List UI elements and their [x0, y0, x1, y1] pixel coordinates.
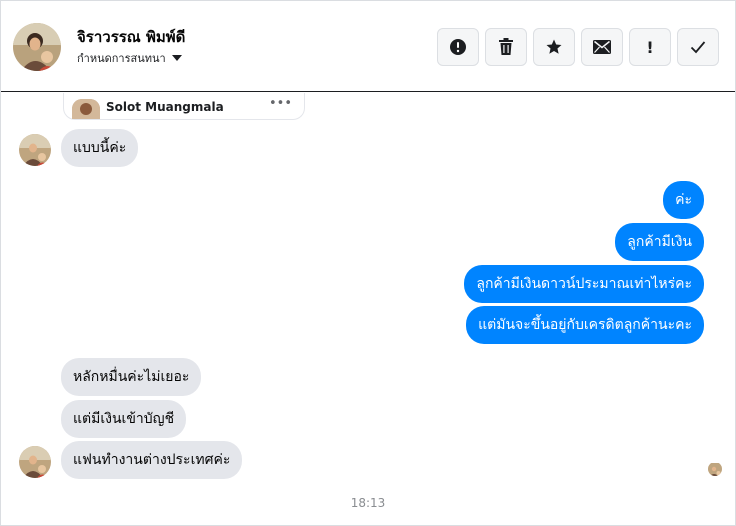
- outgoing-message[interactable]: ลูกค้ามีเงินดาวน์ประมาณเท่าไหร่คะ: [464, 265, 704, 303]
- delete-button[interactable]: [485, 28, 527, 66]
- conversation-settings-label: กำหนดการสนทนา: [77, 52, 166, 65]
- caret-down-icon: [171, 55, 182, 61]
- contact-avatar-small[interactable]: [19, 446, 51, 478]
- trash-icon: [498, 38, 514, 56]
- mark-unread-button[interactable]: [581, 28, 623, 66]
- done-button[interactable]: [677, 28, 719, 66]
- attachment-name: Solot Muangmala: [106, 100, 224, 114]
- conversation-window: จิราวรรณ พิมพ์ดี กำหนดการสนทนา ! Solot M…: [0, 0, 736, 526]
- spam-button[interactable]: !: [629, 28, 671, 66]
- contact-avatar-small[interactable]: [19, 134, 51, 166]
- envelope-icon: [593, 40, 611, 54]
- seen-indicator-avatar: [708, 462, 722, 476]
- message-timestamp: 18:13: [350, 496, 386, 510]
- conversation-header: จิราวรรณ พิมพ์ดี กำหนดการสนทนา !: [1, 1, 735, 92]
- action-toolbar: !: [437, 28, 719, 66]
- exclamation-icon: !: [646, 37, 654, 57]
- attachment-thumbnail: [72, 99, 100, 119]
- incoming-message[interactable]: แฟนทำงานต่างประเทศค่ะ: [61, 441, 243, 479]
- block-button[interactable]: [437, 28, 479, 66]
- contact-name[interactable]: จิราวรรณ พิมพ์ดี: [77, 25, 185, 49]
- incoming-message[interactable]: แต่มีเงินเข้าบัญชี: [61, 400, 187, 438]
- contact-avatar[interactable]: [13, 23, 61, 71]
- shared-attachment-card[interactable]: Solot Muangmala •••: [63, 93, 305, 120]
- outgoing-message[interactable]: ลูกค้ามีเงิน: [615, 223, 704, 261]
- alert-circle-icon: [449, 38, 467, 56]
- outgoing-message[interactable]: ค่ะ: [663, 181, 704, 219]
- star-button[interactable]: [533, 28, 575, 66]
- checkmark-icon: [690, 40, 706, 54]
- more-options-icon[interactable]: •••: [269, 96, 292, 111]
- incoming-message[interactable]: หลักหมื่นค่ะไม่เยอะ: [61, 358, 202, 396]
- conversation-settings-dropdown[interactable]: กำหนดการสนทนา: [77, 49, 182, 67]
- outgoing-message[interactable]: แต่มันจะขึ้นอยู่กับเครดิตลูกค้านะคะ: [466, 306, 704, 344]
- incoming-message[interactable]: แบบนี้ค่ะ: [61, 129, 139, 167]
- star-icon: [545, 38, 563, 56]
